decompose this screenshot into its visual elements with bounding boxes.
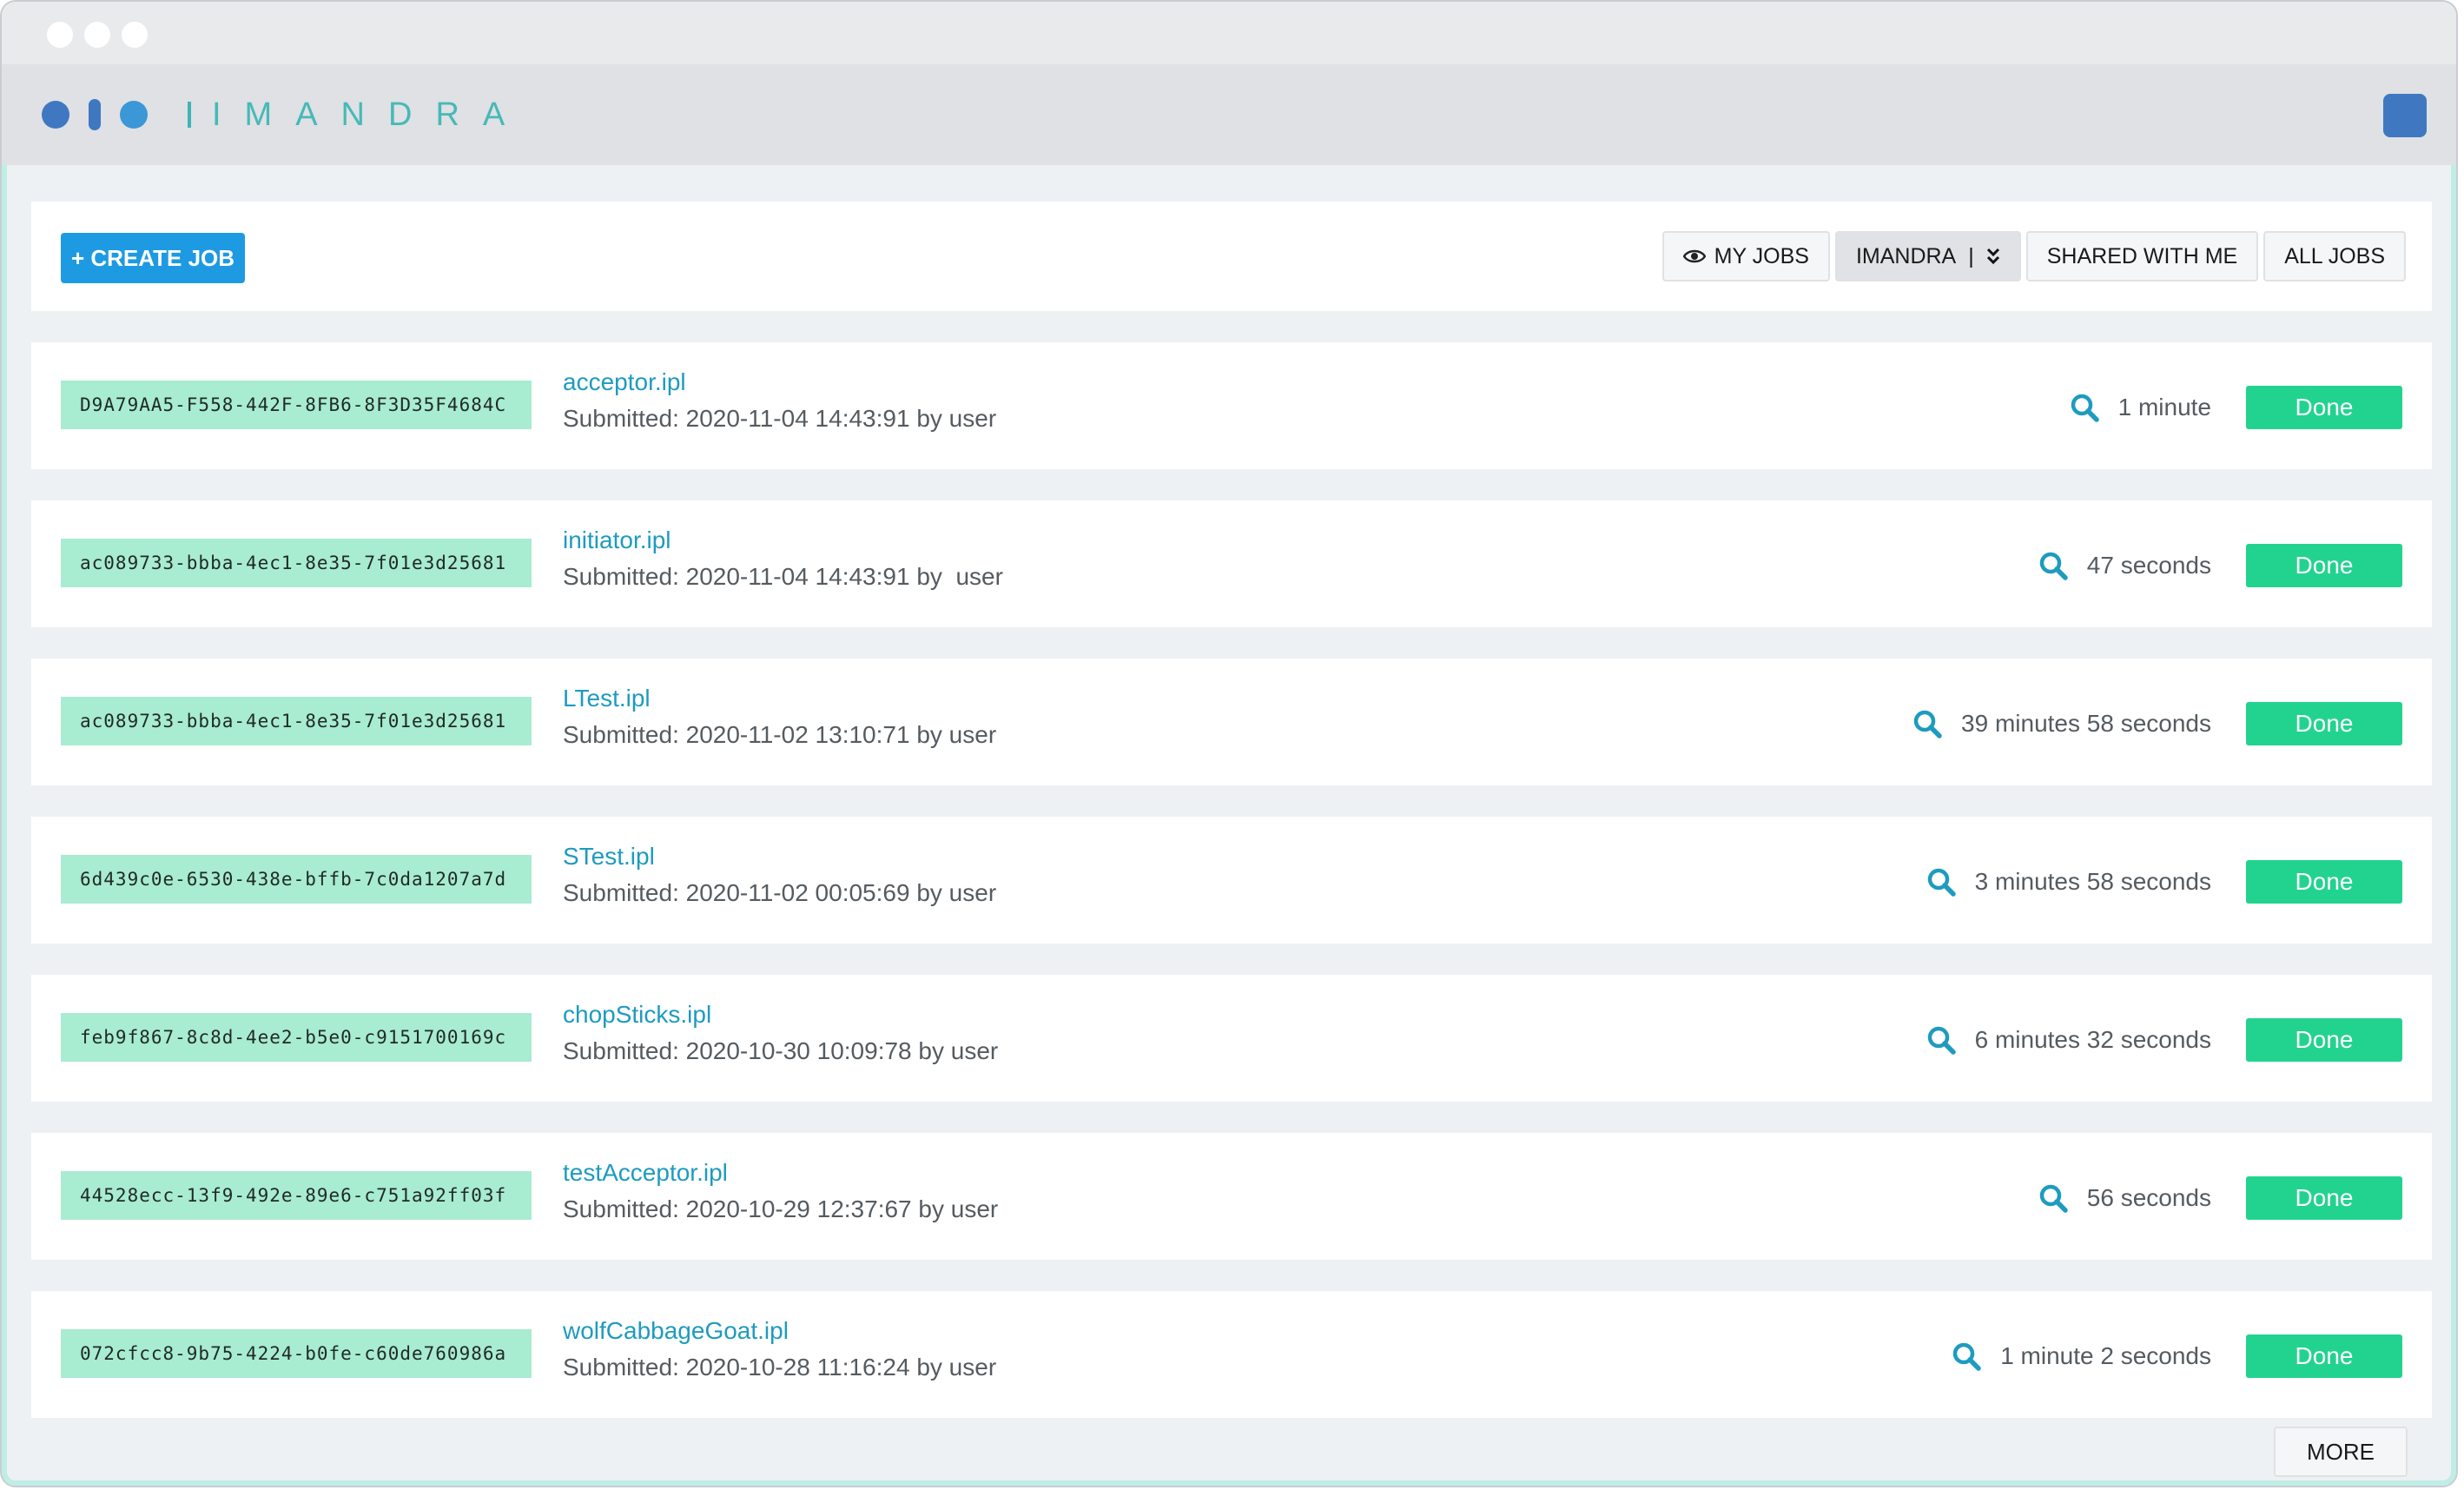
- job-duration: 39 minutes 58 seconds: [1961, 710, 2211, 737]
- job-id-badge: ac089733-bbba-4ec1-8e35-7f01e3d25681: [61, 697, 532, 745]
- filter-my-jobs-button[interactable]: MY JOBS: [1661, 231, 1830, 281]
- job-duration: 47 seconds: [2086, 552, 2211, 579]
- app-window: IMANDRA + CREATE JOB MY JOBS IMANDRA | S…: [0, 0, 2458, 1487]
- logo-dot-icon: [120, 101, 148, 129]
- job-name-link[interactable]: chopSticks.ipl: [563, 1001, 711, 1029]
- job-status-badge[interactable]: Done: [2246, 702, 2402, 745]
- job-status-badge[interactable]: Done: [2246, 1018, 2402, 1062]
- job-name-link[interactable]: LTest.ipl: [563, 685, 651, 712]
- job-id-badge: 072cfcc8-9b75-4224-b0fe-c60de760986a: [61, 1329, 532, 1378]
- job-status-badge[interactable]: Done: [2246, 386, 2402, 429]
- job-filters: MY JOBS IMANDRA | SHARED WITH ME ALL JOB…: [1661, 231, 2406, 281]
- job-status-badge[interactable]: Done: [2246, 544, 2402, 587]
- job-id-badge: 6d439c0e-6530-438e-bffb-7c0da1207a7d: [61, 855, 532, 904]
- filter-org-label: IMANDRA: [1855, 243, 1957, 268]
- filter-shared-button[interactable]: SHARED WITH ME: [2025, 231, 2259, 281]
- job-duration: 3 minutes 58 seconds: [1974, 868, 2211, 895]
- chevron-double-down-icon: [1986, 248, 1999, 265]
- job-id-badge: feb9f867-8c8d-4ee2-b5e0-c9151700169c: [61, 1013, 532, 1062]
- eye-icon: [1682, 249, 1706, 263]
- job-name-link[interactable]: STest.ipl: [563, 843, 655, 871]
- window-maximize-button[interactable]: [122, 22, 148, 48]
- create-job-button[interactable]: + CREATE JOB: [61, 233, 245, 283]
- job-row[interactable]: 6d439c0e-6530-438e-bffb-7c0da1207a7d STe…: [31, 817, 2432, 944]
- search-icon[interactable]: [1912, 709, 1942, 738]
- job-row[interactable]: D9A79AA5-F558-442F-8FB6-8F3D35F4684C acc…: [31, 342, 2432, 469]
- brand-name: IMANDRA: [212, 96, 529, 133]
- job-id-badge: 44528ecc-13f9-492e-89e6-c751a92ff03f: [61, 1171, 532, 1220]
- job-submitted-text: Submitted: 2020-10-30 10:09:78 by user: [563, 1037, 999, 1064]
- job-name-link[interactable]: initiator.ipl: [563, 526, 671, 554]
- job-name-link[interactable]: acceptor.ipl: [563, 368, 686, 396]
- job-submitted-text: Submitted: 2020-11-02 00:05:69 by user: [563, 879, 997, 906]
- filter-org-separator: |: [1968, 243, 1974, 268]
- job-status-badge[interactable]: Done: [2246, 860, 2402, 904]
- imandra-logo[interactable]: IMANDRA: [42, 96, 528, 133]
- job-row[interactable]: ac089733-bbba-4ec1-8e35-7f01e3d25681 ini…: [31, 500, 2432, 627]
- job-duration: 1 minute: [2117, 394, 2211, 421]
- logo-divider: [188, 102, 191, 128]
- search-icon[interactable]: [1952, 1341, 1981, 1371]
- app-header: IMANDRA: [2, 64, 2456, 165]
- job-row[interactable]: ac089733-bbba-4ec1-8e35-7f01e3d25681 LTe…: [31, 659, 2432, 785]
- job-name-link[interactable]: wolfCabbageGoat.ipl: [563, 1317, 789, 1345]
- window-close-button[interactable]: [47, 22, 73, 48]
- job-row[interactable]: feb9f867-8c8d-4ee2-b5e0-c9151700169c cho…: [31, 975, 2432, 1102]
- job-duration: 56 seconds: [2086, 1184, 2211, 1211]
- job-duration: 1 minute 2 seconds: [2000, 1342, 2211, 1369]
- filter-my-jobs-label: MY JOBS: [1714, 243, 1809, 268]
- filter-org-dropdown[interactable]: IMANDRA |: [1834, 231, 2021, 281]
- job-name-link[interactable]: testAcceptor.ipl: [563, 1159, 728, 1187]
- job-submitted-text: Submitted: 2020-11-02 13:10:71 by user: [563, 721, 997, 748]
- user-avatar[interactable]: [2383, 94, 2427, 137]
- jobs-toolbar: + CREATE JOB MY JOBS IMANDRA | SHARED WI…: [31, 202, 2432, 311]
- job-row[interactable]: 072cfcc8-9b75-4224-b0fe-c60de760986a wol…: [31, 1291, 2432, 1418]
- window-minimize-button[interactable]: [84, 22, 110, 48]
- search-icon[interactable]: [2038, 551, 2068, 580]
- job-id-badge: D9A79AA5-F558-442F-8FB6-8F3D35F4684C: [61, 381, 532, 429]
- job-duration: 6 minutes 32 seconds: [1974, 1026, 2211, 1053]
- logo-pill-icon: [89, 99, 101, 130]
- job-row[interactable]: 44528ecc-13f9-492e-89e6-c751a92ff03f tes…: [31, 1133, 2432, 1260]
- job-id-badge: ac089733-bbba-4ec1-8e35-7f01e3d25681: [61, 539, 532, 587]
- title-bar: [2, 2, 2456, 64]
- job-status-badge[interactable]: Done: [2246, 1334, 2402, 1378]
- filter-all-jobs-button[interactable]: ALL JOBS: [2263, 231, 2406, 281]
- job-submitted-text: Submitted: 2020-11-04 14:43:91 by user: [563, 405, 997, 432]
- more-button[interactable]: MORE: [2274, 1427, 2408, 1477]
- job-submitted-text: Submitted: 2020-10-28 11:16:24 by user: [563, 1354, 997, 1381]
- search-icon[interactable]: [2070, 393, 2099, 422]
- job-status-badge[interactable]: Done: [2246, 1176, 2402, 1220]
- search-icon[interactable]: [1926, 867, 1956, 897]
- job-submitted-text: Submitted: 2020-11-04 14:43:91 by user: [563, 563, 1003, 590]
- job-submitted-text: Submitted: 2020-10-29 12:37:67 by user: [563, 1195, 999, 1222]
- logo-dot-icon: [42, 101, 69, 129]
- search-icon[interactable]: [2038, 1183, 2068, 1213]
- search-icon[interactable]: [1926, 1025, 1956, 1055]
